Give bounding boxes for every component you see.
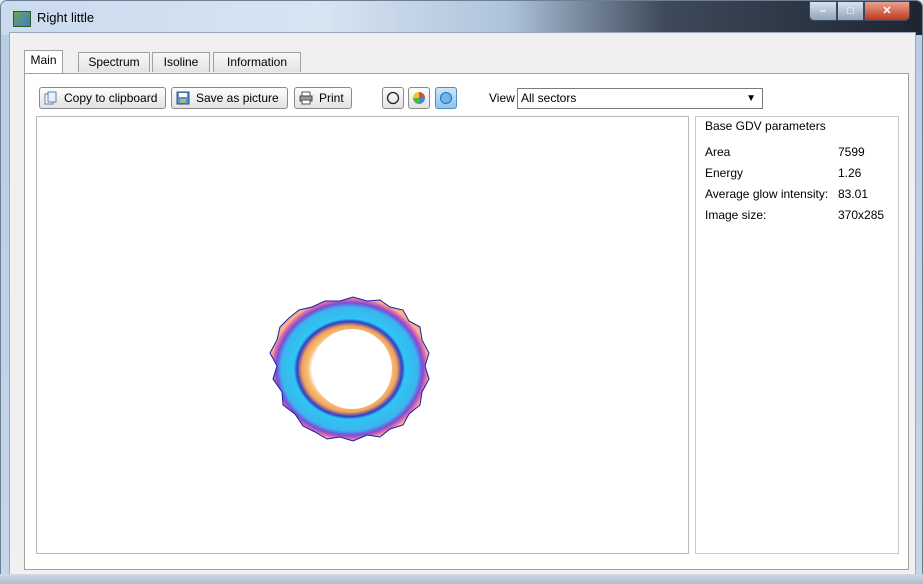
param-label-image-size: Image size:: [705, 208, 767, 222]
param-label-glow-intensity: Average glow intensity:: [705, 187, 829, 201]
save-as-picture-button[interactable]: Save as picture: [171, 87, 288, 109]
param-value-energy: 1.26: [838, 166, 862, 180]
save-as-picture-label: Save as picture: [196, 91, 279, 105]
close-button[interactable]: ✕: [864, 1, 910, 21]
param-label-energy: Energy: [705, 166, 744, 180]
circle-outline-icon: [386, 91, 400, 105]
minimize-button[interactable]: –: [809, 1, 837, 21]
copy-icon: [44, 91, 57, 105]
color-pie-button[interactable]: [408, 87, 430, 109]
circle-view-button[interactable]: [382, 87, 404, 109]
gdv-image-canvas: [36, 116, 689, 554]
gdv-glow-image: [269, 296, 430, 442]
params-title: Base GDV parameters: [703, 119, 828, 133]
maximize-button[interactable]: □: [837, 1, 864, 21]
copy-to-clipboard-button[interactable]: Copy to clipboard: [39, 87, 166, 109]
tab-spectrum[interactable]: Spectrum: [78, 52, 150, 72]
tab-isoline[interactable]: Isoline: [152, 52, 210, 72]
save-picture-icon: [176, 91, 190, 105]
view-select-value: All sectors: [521, 91, 577, 105]
print-label: Print: [319, 91, 344, 105]
print-button[interactable]: Print: [294, 87, 352, 109]
blue-shape-icon: [440, 92, 452, 104]
printer-icon: [299, 91, 313, 105]
view-label: View: [489, 91, 515, 105]
title-bar[interactable]: Right little – □ ✕: [1, 1, 922, 35]
color-pie-icon: [413, 92, 425, 104]
tab-main[interactable]: Main: [24, 50, 63, 73]
glow-center: [312, 329, 392, 409]
copy-to-clipboard-label: Copy to clipboard: [64, 91, 158, 105]
param-value-image-size: 370x285: [838, 208, 885, 222]
view-select[interactable]: All sectors ▼: [517, 88, 763, 109]
param-value-glow-intensity: 83.01: [838, 187, 869, 201]
taskbar-strip: [0, 574, 923, 584]
blue-shape-button[interactable]: [435, 87, 457, 109]
params-panel: [695, 116, 899, 554]
tab-information[interactable]: Information: [213, 52, 301, 72]
param-label-area: Area: [705, 145, 731, 159]
chevron-down-icon: ▼: [746, 93, 756, 104]
app-icon: [13, 11, 31, 27]
window-title: Right little: [37, 10, 95, 25]
param-value-area: 7599: [838, 145, 865, 159]
